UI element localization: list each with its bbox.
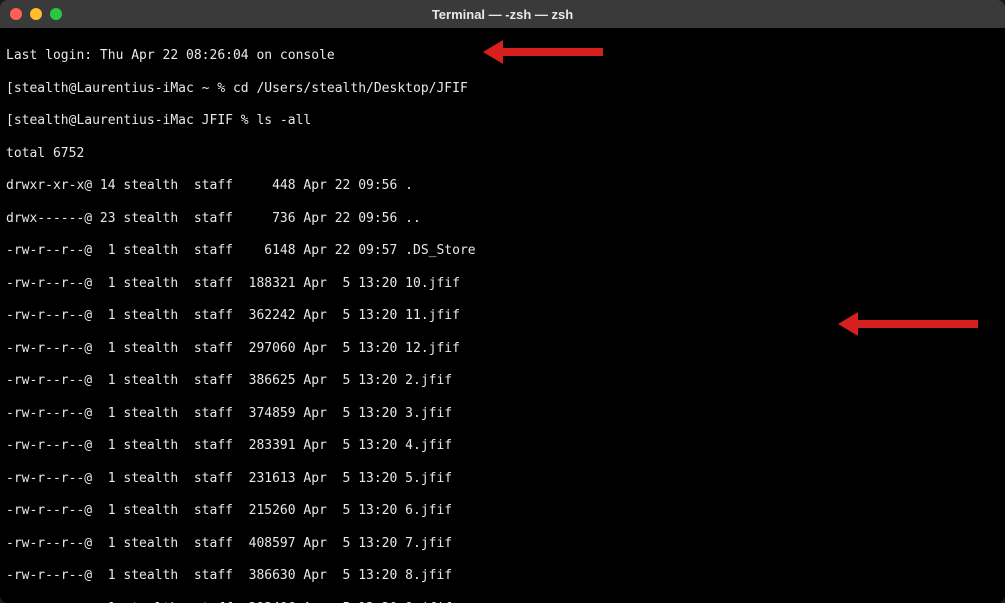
terminal-line: -rw-r--r--@ 1 stealth staff 215260 Apr 5… bbox=[6, 503, 999, 519]
terminal-line: -rw-r--r--@ 1 stealth staff 386625 Apr 5… bbox=[6, 373, 999, 389]
terminal-line: -rw-r--r--@ 1 stealth staff 386630 Apr 5… bbox=[6, 568, 999, 584]
terminal-line: -rw-r--r--@ 1 stealth staff 283391 Apr 5… bbox=[6, 438, 999, 454]
terminal-content[interactable]: Last login: Thu Apr 22 08:26:04 on conso… bbox=[0, 28, 1005, 603]
terminal-line: -rw-r--r--@ 1 stealth staff 408597 Apr 5… bbox=[6, 536, 999, 552]
title-bar[interactable]: Terminal — -zsh — zsh bbox=[0, 0, 1005, 28]
terminal-line: [stealth@Laurentius-iMac JFIF % ls -all bbox=[6, 113, 999, 129]
terminal-line: -rw-r--r--@ 1 stealth staff 374859 Apr 5… bbox=[6, 406, 999, 422]
minimize-icon[interactable] bbox=[30, 8, 42, 20]
close-icon[interactable] bbox=[10, 8, 22, 20]
arrow-shaft bbox=[858, 320, 978, 328]
terminal-window: Terminal — -zsh — zsh Last login: Thu Ap… bbox=[0, 0, 1005, 603]
terminal-line: -rw-r--r--@ 1 stealth staff 231613 Apr 5… bbox=[6, 471, 999, 487]
terminal-line-cd-command: [stealth@Laurentius-iMac ~ % cd /Users/s… bbox=[6, 81, 999, 97]
window-title: Terminal — -zsh — zsh bbox=[432, 7, 573, 22]
terminal-line: -rw-r--r--@ 1 stealth staff 6148 Apr 22 … bbox=[6, 243, 999, 259]
maximize-icon[interactable] bbox=[50, 8, 62, 20]
arrow-shaft bbox=[503, 48, 603, 56]
arrow-head-icon bbox=[483, 40, 503, 64]
annotation-arrow-icon bbox=[838, 312, 978, 336]
terminal-line: drwx------@ 23 stealth staff 736 Apr 22 … bbox=[6, 211, 999, 227]
traffic-lights bbox=[10, 8, 62, 20]
terminal-line: -rw-r--r--@ 1 stealth staff 297060 Apr 5… bbox=[6, 341, 999, 357]
terminal-line: total 6752 bbox=[6, 146, 999, 162]
arrow-head-icon bbox=[838, 312, 858, 336]
annotation-arrow-icon bbox=[483, 40, 603, 64]
terminal-line: -rw-r--r--@ 1 stealth staff 188321 Apr 5… bbox=[6, 276, 999, 292]
terminal-line: drwxr-xr-x@ 14 stealth staff 448 Apr 22 … bbox=[6, 178, 999, 194]
